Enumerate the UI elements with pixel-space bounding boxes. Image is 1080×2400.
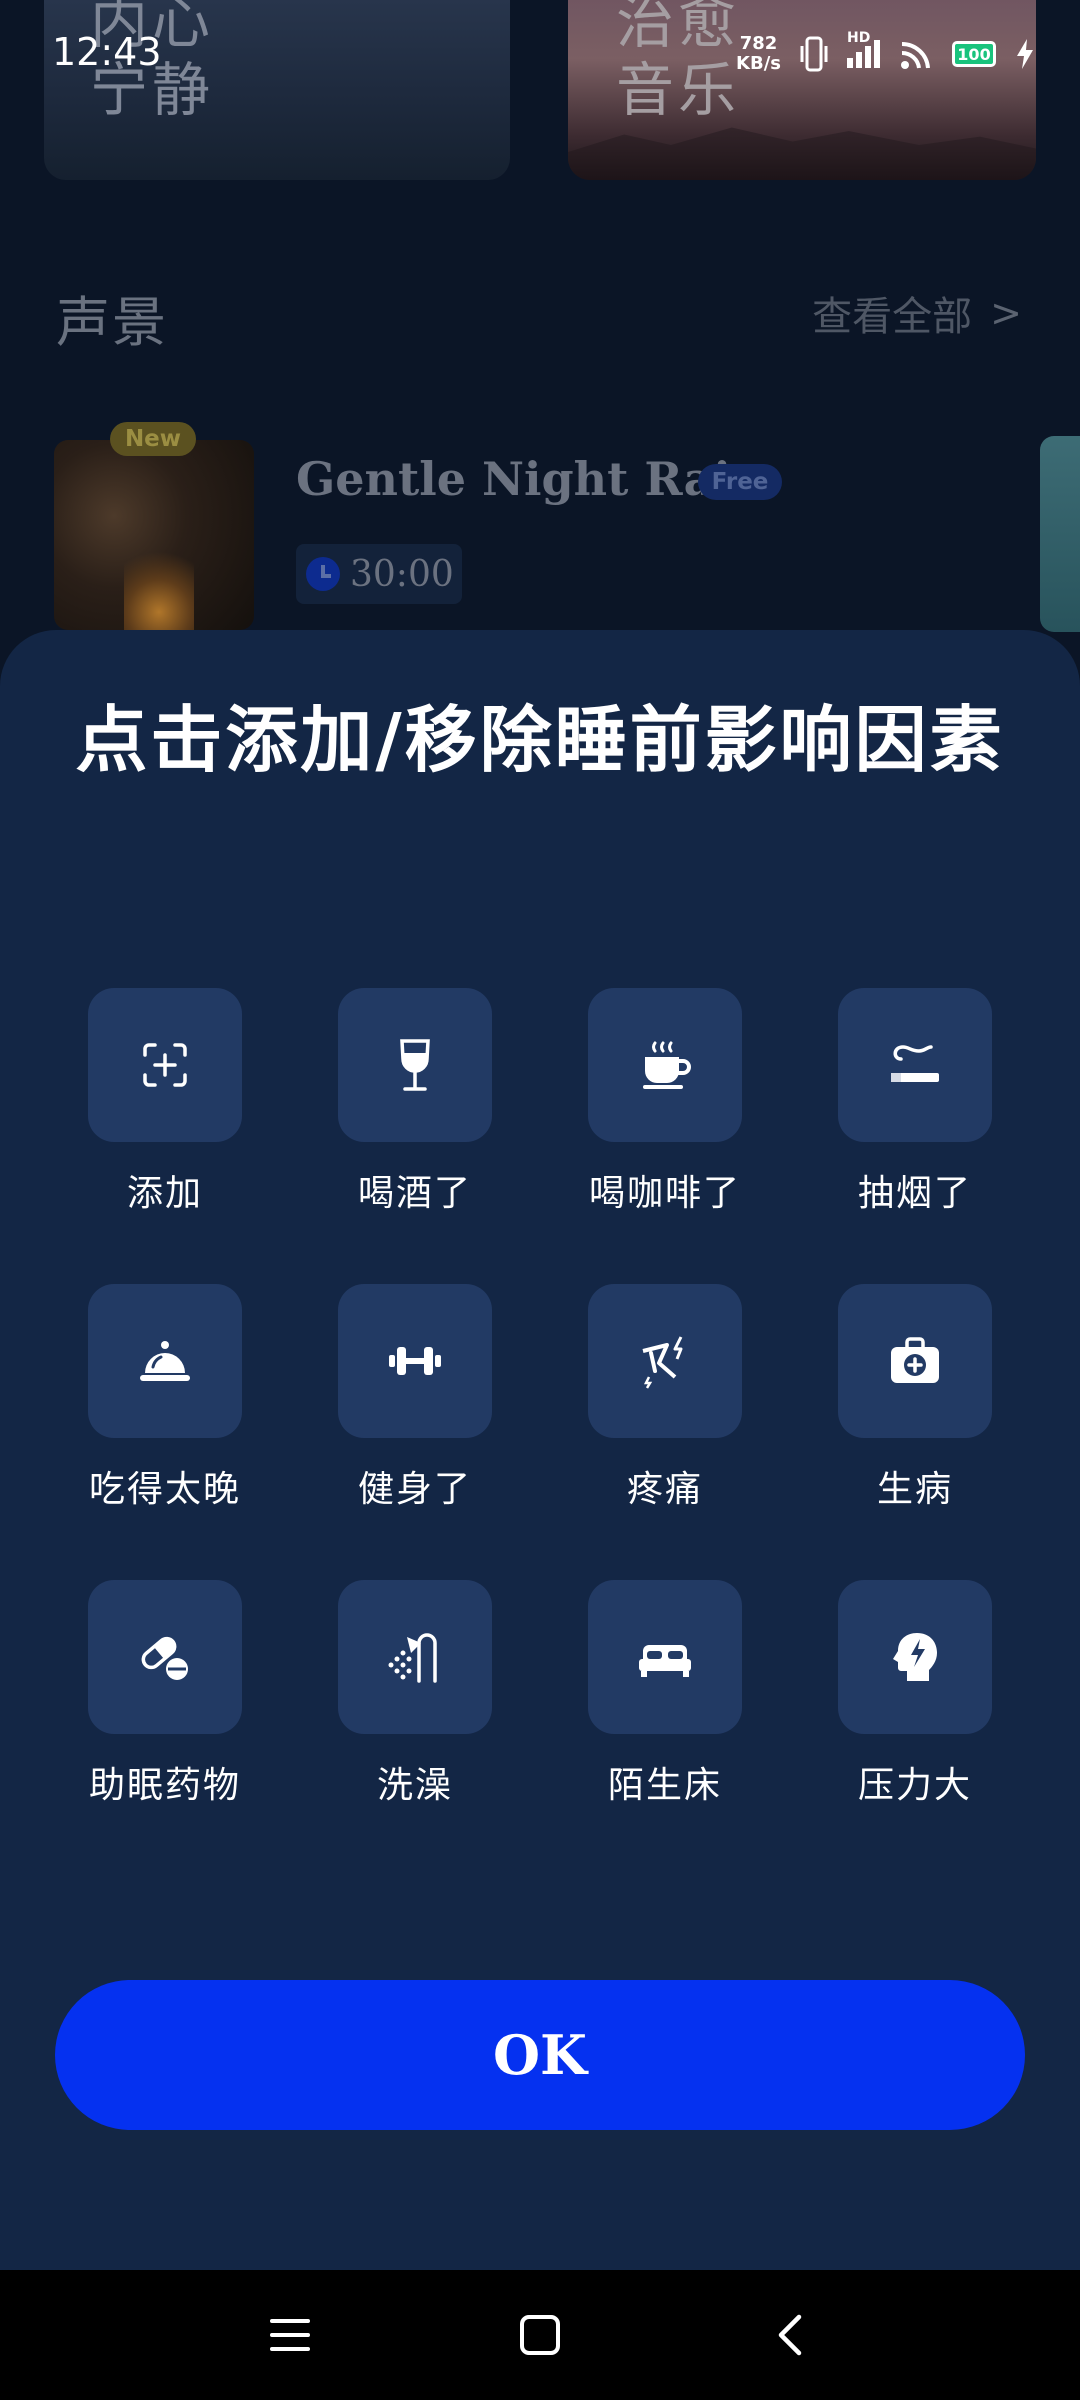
factor-tile[interactable] bbox=[838, 988, 992, 1142]
duration-text: 30:00 bbox=[350, 553, 454, 595]
wifi-icon bbox=[901, 41, 930, 69]
status-icons: 782 KB/s HD 100 bbox=[736, 30, 1036, 74]
vibrate-icon bbox=[800, 36, 828, 72]
status-time: 12:43 bbox=[52, 30, 162, 74]
ok-button[interactable]: OK bbox=[55, 1980, 1025, 2130]
see-all-label: 查看全部 bbox=[812, 294, 973, 340]
factor-tile[interactable] bbox=[838, 1580, 992, 1734]
chevron-right-icon: > bbox=[990, 291, 1022, 335]
shower-icon bbox=[388, 1633, 437, 1683]
factor-tile[interactable] bbox=[88, 1284, 242, 1438]
factor-label: 助眠药物 bbox=[88, 1765, 241, 1806]
factor-tile[interactable] bbox=[588, 1284, 742, 1438]
factor-label: 喝咖啡了 bbox=[588, 1173, 741, 1214]
factor-grid: 添加 喝酒了 喝咖啡了 抽烟了 吃得太晚 健身了 疼痛 生病 助眠药物 洗澡 陌… bbox=[40, 988, 1040, 1808]
sheet-title: 点击添加/移除睡前影响因素 bbox=[75, 698, 1005, 782]
factor-add[interactable]: 添加 bbox=[40, 988, 290, 1216]
status-bar: 12:43 782 KB/s HD 100 bbox=[0, 0, 1080, 110]
recent-apps-button[interactable] bbox=[260, 2305, 320, 2365]
menu-icon bbox=[270, 2319, 310, 2351]
bed-icon bbox=[639, 1645, 691, 1677]
factor-stress[interactable]: 压力大 bbox=[790, 1580, 1040, 1808]
back-chevron-icon bbox=[778, 2314, 802, 2356]
factor-alcohol[interactable]: 喝酒了 bbox=[290, 988, 540, 1216]
cellular-signal-icon: HD bbox=[847, 30, 880, 68]
section-title: 声景 bbox=[56, 291, 168, 354]
home-button[interactable] bbox=[510, 2305, 570, 2365]
cigarette-icon bbox=[891, 1045, 939, 1082]
factor-tile[interactable] bbox=[588, 988, 742, 1142]
factor-label: 喝酒了 bbox=[357, 1173, 472, 1214]
network-speed: 782 KB/s bbox=[736, 33, 781, 74]
free-badge: Free bbox=[698, 464, 782, 500]
factor-label: 抽烟了 bbox=[857, 1173, 972, 1214]
wine-glass-icon bbox=[400, 1039, 430, 1091]
coffee-cup-icon bbox=[643, 1041, 691, 1089]
factor-label: 添加 bbox=[126, 1173, 203, 1214]
factor-late-meal[interactable]: 吃得太晚 bbox=[40, 1284, 290, 1512]
new-badge: New bbox=[110, 422, 196, 456]
factor-strange-bed[interactable]: 陌生床 bbox=[540, 1580, 790, 1808]
factor-sick[interactable]: 生病 bbox=[790, 1284, 1040, 1512]
clock-icon bbox=[306, 557, 340, 591]
see-all-link[interactable]: 查看全部 > bbox=[812, 284, 1022, 342]
factor-sleep-medication[interactable]: 助眠药物 bbox=[40, 1580, 290, 1808]
factor-label: 健身了 bbox=[357, 1469, 472, 1510]
factor-tile[interactable] bbox=[838, 1284, 992, 1438]
factor-exercise[interactable]: 健身了 bbox=[290, 1284, 540, 1512]
next-soundscape-thumbnail[interactable] bbox=[1040, 436, 1080, 632]
charging-bolt-icon bbox=[1017, 39, 1033, 69]
factor-label: 陌生床 bbox=[607, 1765, 722, 1806]
factor-label: 吃得太晚 bbox=[88, 1469, 241, 1510]
add-scan-icon bbox=[143, 1043, 187, 1087]
factor-tile[interactable] bbox=[338, 1284, 492, 1438]
factor-label: 洗澡 bbox=[376, 1765, 453, 1806]
medical-kit-icon bbox=[891, 1337, 939, 1383]
duration-chip: 30:00 bbox=[296, 544, 462, 604]
sleep-factors-sheet: 点击添加/移除睡前影响因素 添加 喝酒了 喝咖啡了 抽烟了 吃得太晚 健身了 疼… bbox=[0, 630, 1080, 2270]
back-button[interactable] bbox=[760, 2305, 820, 2365]
dumbbell-icon bbox=[389, 1347, 441, 1375]
factor-smoking[interactable]: 抽烟了 bbox=[790, 988, 1040, 1216]
factor-tile[interactable] bbox=[338, 1580, 492, 1734]
factor-coffee[interactable]: 喝咖啡了 bbox=[540, 988, 790, 1216]
soundscape-thumbnail[interactable] bbox=[54, 440, 254, 630]
factor-label: 生病 bbox=[876, 1469, 953, 1510]
factor-tile[interactable] bbox=[338, 988, 492, 1142]
soundscape-title[interactable]: Gentle Night Rain bbox=[296, 452, 764, 506]
pain-bolt-icon bbox=[642, 1336, 683, 1389]
factor-label: 压力大 bbox=[857, 1765, 972, 1806]
stressed-head-icon bbox=[893, 1633, 937, 1681]
factor-shower[interactable]: 洗澡 bbox=[290, 1580, 540, 1808]
factor-label: 疼痛 bbox=[626, 1469, 703, 1510]
battery-icon: 100 bbox=[952, 41, 996, 67]
factor-tile[interactable] bbox=[88, 988, 242, 1142]
factor-tile[interactable] bbox=[88, 1580, 242, 1734]
pills-icon bbox=[141, 1636, 188, 1680]
home-square-icon bbox=[520, 2315, 560, 2355]
food-cloche-icon bbox=[140, 1341, 190, 1381]
factor-tile[interactable] bbox=[588, 1580, 742, 1734]
factor-pain[interactable]: 疼痛 bbox=[540, 1284, 790, 1512]
system-nav-bar bbox=[0, 2270, 1080, 2400]
